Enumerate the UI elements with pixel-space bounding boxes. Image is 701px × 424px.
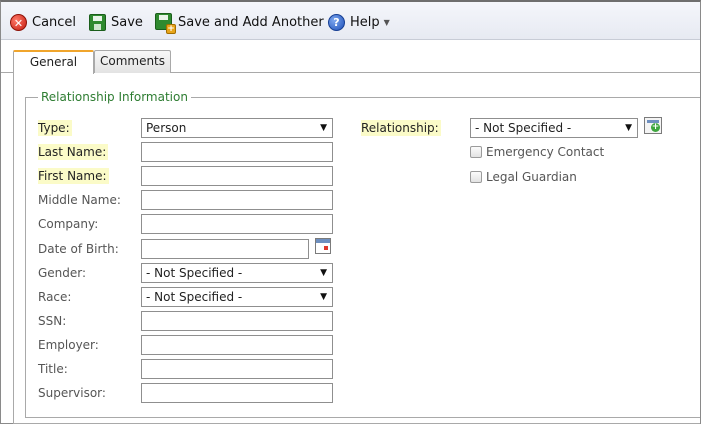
gender-label: Gender: bbox=[38, 266, 87, 280]
relationship-select[interactable]: - Not Specified - ▼ bbox=[470, 118, 638, 138]
help-button[interactable]: ? Help ▼ bbox=[328, 11, 390, 33]
relationship-label: Relationship: bbox=[361, 120, 441, 136]
cancel-icon: ✕ bbox=[10, 13, 27, 31]
save-add-icon: + bbox=[155, 13, 176, 34]
fieldset-legend: Relationship Information bbox=[38, 90, 191, 104]
employer-input[interactable] bbox=[141, 335, 333, 355]
supervisor-input[interactable] bbox=[141, 383, 333, 403]
type-select-value: Person bbox=[146, 121, 187, 135]
save-and-add-another-button[interactable]: + Save and Add Another bbox=[155, 11, 324, 34]
chevron-down-icon: ▼ bbox=[383, 17, 390, 27]
emergency-contact-checkbox[interactable]: Emergency Contact bbox=[470, 144, 604, 160]
first-name-input[interactable] bbox=[141, 166, 333, 186]
save-button[interactable]: Save bbox=[89, 11, 143, 33]
race-select[interactable]: - Not Specified - ▼ bbox=[141, 287, 333, 307]
dropdown-arrow-icon: ▼ bbox=[320, 123, 327, 133]
last-name-input[interactable] bbox=[141, 142, 333, 162]
supervisor-label: Supervisor: bbox=[38, 386, 106, 400]
race-label: Race: bbox=[38, 290, 72, 304]
help-label: Help bbox=[350, 14, 380, 30]
gender-select-value: - Not Specified - bbox=[146, 266, 243, 280]
cancel-label: Cancel bbox=[32, 14, 77, 30]
gender-select[interactable]: - Not Specified - ▼ bbox=[141, 263, 333, 283]
ssn-input[interactable] bbox=[141, 311, 333, 331]
save-and-add-label: Save and Add Another bbox=[178, 14, 324, 30]
middle-name-label: Middle Name: bbox=[38, 193, 121, 207]
save-disk-icon bbox=[89, 13, 106, 31]
dropdown-arrow-icon: ▼ bbox=[320, 292, 327, 302]
date-of-birth-input[interactable] bbox=[141, 239, 309, 259]
type-label: Type: bbox=[38, 120, 72, 136]
type-select[interactable]: Person ▼ bbox=[141, 118, 333, 138]
relationship-select-value: - Not Specified - bbox=[475, 121, 572, 135]
dropdown-arrow-icon: ▼ bbox=[320, 268, 327, 278]
save-label: Save bbox=[111, 14, 143, 30]
tab-comments[interactable]: Comments bbox=[94, 50, 171, 73]
first-name-label: First Name: bbox=[38, 168, 109, 184]
cancel-button[interactable]: ✕ Cancel bbox=[10, 11, 76, 33]
add-relationship-icon[interactable]: + bbox=[644, 117, 662, 134]
tab-general[interactable]: General bbox=[13, 50, 94, 74]
middle-name-input[interactable] bbox=[141, 190, 333, 210]
calendar-icon[interactable] bbox=[315, 238, 331, 254]
company-input[interactable] bbox=[141, 214, 333, 234]
dialog-frame: ✕ Cancel Save + Save and Add Another ? H… bbox=[0, 0, 701, 424]
employer-label: Employer: bbox=[38, 338, 99, 352]
checkbox-box[interactable] bbox=[470, 171, 482, 183]
emergency-contact-label: Emergency Contact bbox=[486, 145, 605, 159]
last-name-label: Last Name: bbox=[38, 144, 109, 160]
legal-guardian-checkbox[interactable]: Legal Guardian bbox=[470, 169, 577, 185]
ssn-label: SSN: bbox=[38, 314, 67, 328]
help-icon: ? bbox=[328, 13, 345, 31]
race-select-value: - Not Specified - bbox=[146, 290, 243, 304]
toolbar: ✕ Cancel Save + Save and Add Another ? H… bbox=[1, 2, 700, 40]
title-label: Title: bbox=[38, 362, 68, 376]
date-of-birth-label: Date of Birth: bbox=[38, 242, 119, 256]
company-label: Company: bbox=[38, 217, 99, 231]
title-input[interactable] bbox=[141, 359, 333, 379]
checkbox-box[interactable] bbox=[470, 146, 482, 158]
dropdown-arrow-icon: ▼ bbox=[625, 123, 632, 133]
legal-guardian-label: Legal Guardian bbox=[486, 170, 577, 184]
